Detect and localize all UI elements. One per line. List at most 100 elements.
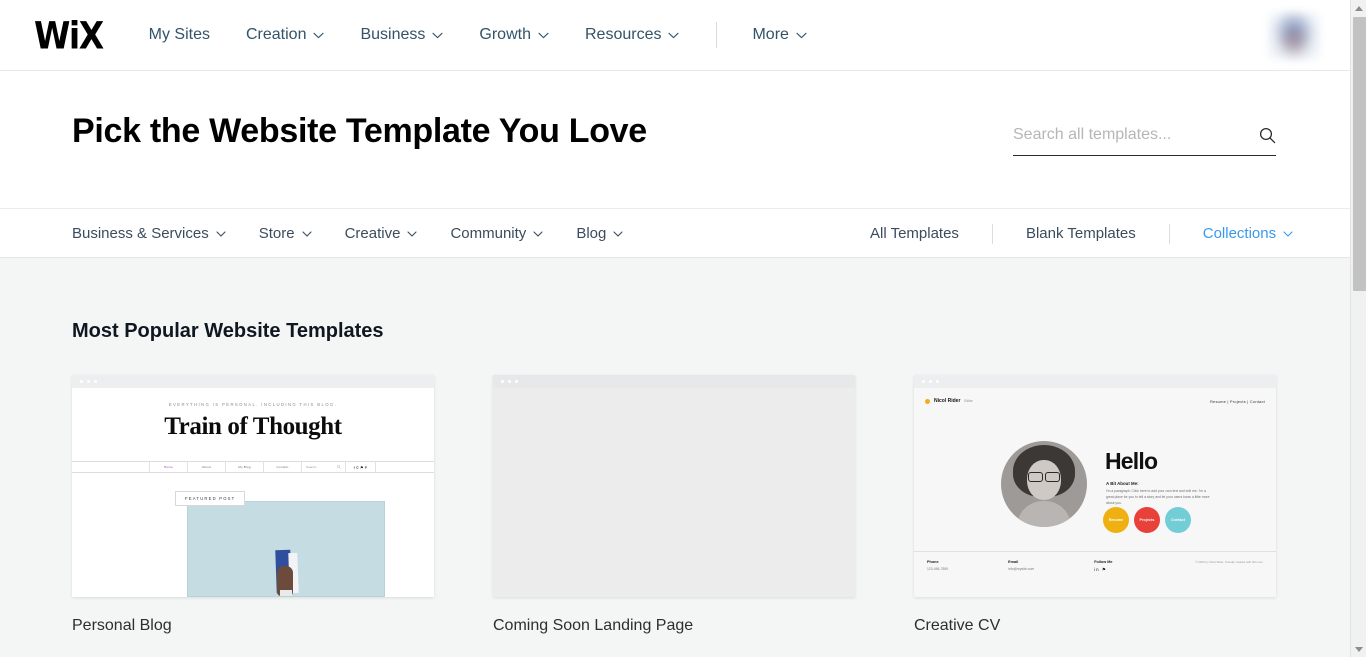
- search-input[interactable]: [1013, 126, 1259, 144]
- page-header-band: Pick the Website Template You Love: [0, 71, 1350, 209]
- glasses-icon: [1028, 472, 1060, 480]
- cv-logo-role: Editor: [964, 399, 972, 403]
- avatar-image: [1268, 12, 1320, 60]
- cv-footer-credit: © 2023 by Nicol Rider. Proudly created w…: [1195, 560, 1263, 593]
- footer-heading: Email: [1008, 560, 1034, 564]
- filter-label: Collections: [1203, 225, 1276, 242]
- filter-label: Business & Services: [72, 225, 209, 242]
- filter-community[interactable]: Community: [450, 225, 543, 242]
- wix-logo[interactable]: WiX: [34, 17, 103, 54]
- blog-nav-spacer: [72, 462, 150, 472]
- cv-header: Nicol Rider Editor Resume | Projects | C…: [914, 394, 1276, 408]
- scroll-up-arrow-icon[interactable]: [1351, 0, 1366, 16]
- view-filters: All Templates Blank Templates Collection…: [870, 209, 1293, 258]
- template-thumbnail[interactable]: Nicol Rider Editor Resume | Projects | C…: [914, 375, 1276, 597]
- nav-item-my-sites[interactable]: My Sites: [149, 26, 210, 44]
- filter-blank-templates[interactable]: Blank Templates: [1026, 225, 1136, 242]
- blog-nav-search: Search...: [302, 462, 346, 472]
- nav-item-creation[interactable]: Creation: [246, 26, 324, 44]
- template-caption: Personal Blog: [72, 617, 434, 635]
- blog-nav-contact: Contact: [264, 462, 302, 472]
- filter-label: Store: [259, 225, 295, 242]
- chrome-dot-icon: [936, 380, 939, 383]
- template-card-creative-cv[interactable]: Nicol Rider Editor Resume | Projects | C…: [914, 375, 1276, 635]
- cv-button-contact: Contact: [1165, 507, 1191, 533]
- chevron-down-icon: [613, 231, 623, 237]
- nav-item-label: More: [752, 26, 788, 44]
- chevron-down-icon: [533, 231, 543, 237]
- page-viewport: WiX My Sites Creation Business: [0, 0, 1350, 657]
- blog-nav-end: [376, 462, 434, 472]
- blog-nav-my-blog: My Blog: [226, 462, 264, 472]
- template-card-personal-blog[interactable]: EVERYTHING IS PERSONAL. INCLUDING THIS B…: [72, 375, 434, 635]
- nav-item-label: Growth: [479, 26, 531, 44]
- filter-creative[interactable]: Creative: [345, 225, 418, 242]
- nav-item-label: Business: [360, 26, 425, 44]
- filter-business-and-services[interactable]: Business & Services: [72, 225, 226, 242]
- cv-button-projects: Projects: [1134, 507, 1160, 533]
- nav-item-label: Creation: [246, 26, 306, 44]
- filter-label: Blog: [576, 225, 606, 242]
- chrome-dot-icon: [501, 380, 504, 383]
- scrollbar-thumb[interactable]: [1353, 17, 1366, 291]
- blog-nav-home: Home: [150, 462, 188, 472]
- search-icon[interactable]: [1259, 127, 1276, 144]
- filter-all-templates[interactable]: All Templates: [870, 225, 959, 242]
- blog-social-icons: f © ⚑ P: [346, 462, 376, 472]
- filter-blog[interactable]: Blog: [576, 225, 623, 242]
- page-scrollbar[interactable]: [1350, 0, 1366, 657]
- filter-store[interactable]: Store: [259, 225, 312, 242]
- search-box[interactable]: [1013, 126, 1276, 156]
- template-thumbnail[interactable]: EVERYTHING IS PERSONAL. INCLUDING THIS B…: [72, 375, 434, 597]
- avatar[interactable]: [1268, 12, 1320, 60]
- cv-portrait-photo: [1001, 441, 1087, 527]
- thumbnail-loading-placeholder: [493, 388, 855, 597]
- chevron-down-icon: [302, 231, 312, 237]
- nav-item-growth[interactable]: Growth: [479, 26, 549, 44]
- chrome-dot-icon: [515, 380, 518, 383]
- chrome-dot-icon: [508, 380, 511, 383]
- blog-tagline: EVERYTHING IS PERSONAL. INCLUDING THIS B…: [72, 402, 434, 407]
- page-title: Pick the Website Template You Love: [72, 112, 647, 151]
- template-thumbnail[interactable]: [493, 375, 855, 597]
- nav-item-label: My Sites: [149, 26, 210, 44]
- footer-heading: Phone: [927, 560, 948, 564]
- chevron-down-icon: [407, 231, 417, 237]
- chevron-down-icon: [668, 32, 679, 39]
- footer-heading: Follow Me: [1094, 560, 1112, 564]
- browser-chrome-bar: [72, 375, 434, 388]
- cv-footer-email: Email info@mysite.com: [1008, 560, 1034, 593]
- search-icon: [337, 465, 341, 470]
- nav-item-more[interactable]: More: [752, 26, 806, 44]
- filter-divider: [992, 224, 993, 244]
- cv-footer: Phone 123-456-7890 Email info@mysite.com…: [914, 551, 1276, 593]
- chevron-down-icon: [1283, 231, 1293, 237]
- chevron-down-icon: [796, 32, 807, 39]
- featured-post-label: FEATURED POST: [175, 491, 245, 506]
- blog-site-title: Train of Thought: [72, 413, 434, 441]
- template-caption: Coming Soon Landing Page: [493, 617, 855, 635]
- chevron-down-icon: [432, 32, 443, 39]
- wix-templates-page: WiX My Sites Creation Business: [0, 0, 1366, 657]
- blog-preview: EVERYTHING IS PERSONAL. INCLUDING THIS B…: [72, 388, 434, 597]
- template-caption: Creative CV: [914, 617, 1276, 635]
- social-icons: in ⚑: [1094, 567, 1112, 573]
- cv-logo-icon: [925, 399, 930, 404]
- nav-item-business[interactable]: Business: [360, 26, 443, 44]
- filter-label: Community: [450, 225, 526, 242]
- blog-nav-bar: Home About My Blog Contact Search...: [72, 461, 434, 473]
- cv-action-buttons: Resume Projects Contact: [1103, 507, 1191, 533]
- chevron-down-icon: [216, 231, 226, 237]
- footer-value: 123-456-7890: [927, 567, 948, 571]
- filter-collections[interactable]: Collections: [1203, 225, 1293, 242]
- browser-chrome-bar: [914, 375, 1276, 388]
- nav-item-label: Resources: [585, 26, 661, 44]
- nav-item-resources[interactable]: Resources: [585, 26, 679, 44]
- filter-label: Blank Templates: [1026, 225, 1136, 242]
- cv-footer-follow: Follow Me in ⚑: [1094, 560, 1112, 593]
- filter-divider: [1169, 224, 1170, 244]
- template-card-coming-soon-landing-page[interactable]: Coming Soon Landing Page: [493, 375, 855, 635]
- cv-subhead: A Bit About Me:: [1106, 481, 1139, 486]
- section-title: Most Popular Website Templates: [72, 320, 384, 343]
- scroll-down-arrow-icon[interactable]: [1351, 641, 1366, 657]
